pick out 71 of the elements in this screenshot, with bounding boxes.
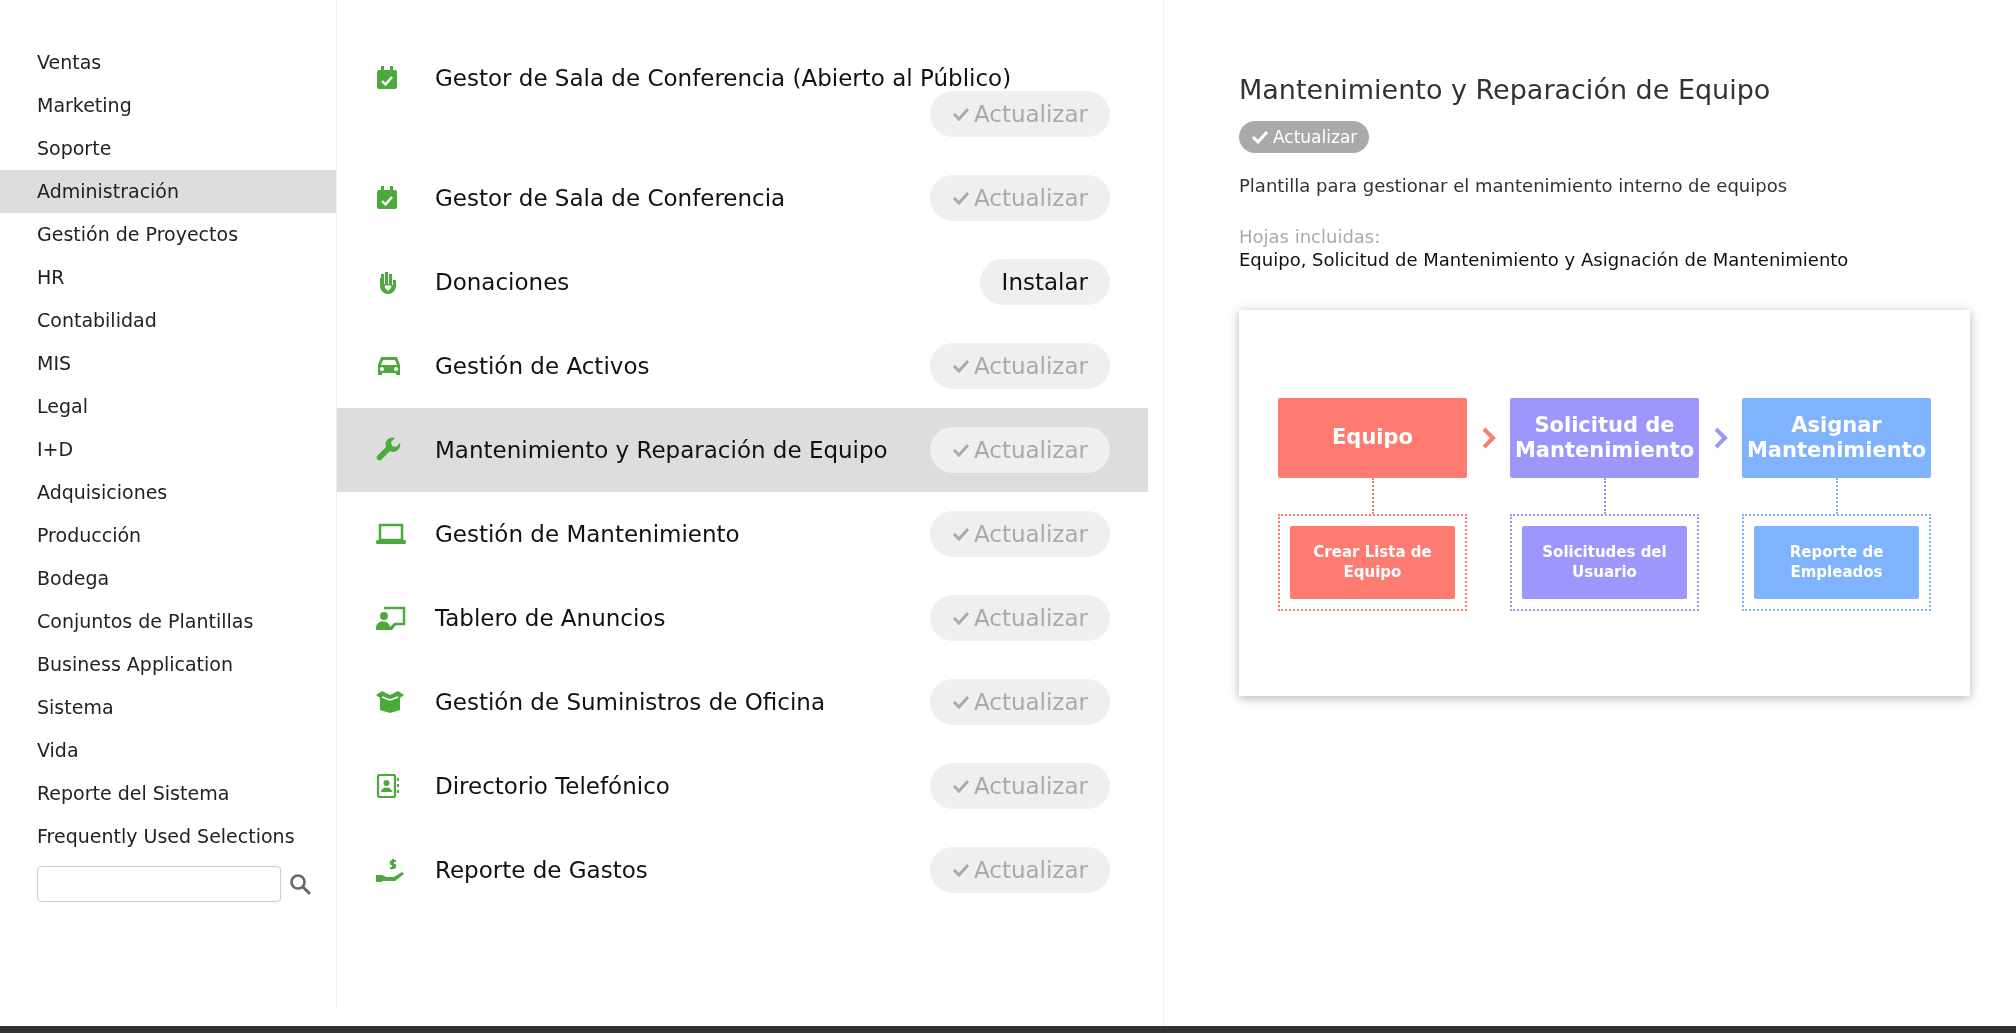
template-title: Reporte de Gastos: [435, 857, 648, 883]
substep-box: Crear Lista de Equipo: [1290, 526, 1455, 599]
template-title: Donaciones: [435, 269, 570, 295]
checkmark-icon: [951, 107, 970, 121]
box-icon: [376, 691, 404, 713]
sidebar-item[interactable]: Conjuntos de Plantillas: [0, 600, 336, 643]
sidebar-item[interactable]: HR: [0, 256, 336, 299]
sidebar-item[interactable]: Vida: [0, 729, 336, 772]
step-box: Equipo: [1278, 398, 1467, 478]
template-row[interactable]: Mantenimiento y Reparación de Equipo Actualizar: [337, 408, 1148, 492]
sidebar-item[interactable]: Adquisiciones: [0, 471, 336, 514]
hand-dollar-icon: [376, 857, 404, 883]
sidebar-item[interactable]: Producción: [0, 514, 336, 557]
sidebar-item[interactable]: Reporte del Sistema: [0, 772, 336, 815]
template-row[interactable]: Tablero de Anuncios Actualizar: [337, 576, 1148, 660]
checkmark-icon: [951, 527, 970, 541]
sidebar-item[interactable]: Contabilidad: [0, 299, 336, 342]
template-row[interactable]: Gestión de Activos Actualizar: [337, 324, 1148, 408]
template-title: Gestión de Mantenimiento: [435, 521, 740, 547]
sidebar-item[interactable]: Legal: [0, 385, 336, 428]
template-title: Gestión de Activos: [435, 353, 650, 379]
wrench-icon: [376, 437, 402, 463]
template-title: Directorio Telefónico: [435, 773, 670, 799]
step-box: Asignar Mantenimiento: [1742, 398, 1931, 478]
template-title: Mantenimiento y Reparación de Equipo: [435, 437, 888, 463]
sidebar-item[interactable]: Business Application: [0, 643, 336, 686]
step-box: Solicitud de Mantenimiento: [1510, 398, 1699, 478]
template-description: Plantilla para gestionar el mantenimiento interno de equipos: [1239, 175, 1789, 196]
presenter-board-icon: [376, 606, 406, 630]
sidebar-item[interactable]: MIS: [0, 342, 336, 385]
template-title: Tablero de Anuncios: [435, 605, 666, 631]
laptop-icon: [376, 523, 406, 545]
checkmark-icon: [951, 611, 970, 625]
template-row[interactable]: Gestión de Mantenimiento Actualizar: [337, 492, 1148, 576]
sheets-label: Hojas incluidas:: [1239, 226, 1382, 247]
checkmark-icon: [1251, 130, 1269, 144]
template-row[interactable]: Gestor de Sala de Conferencia (Abierto al Público) Actualizar: [337, 46, 1148, 156]
template-title: Mantenimiento y Reparación de Equipo: [1239, 74, 1772, 105]
sidebar-item[interactable]: Frequently Used Selections: [0, 815, 336, 858]
checkmark-icon: [951, 191, 970, 205]
checkmark-icon: [951, 695, 970, 709]
search-field[interactable]: [37, 866, 281, 902]
checkmark-icon: [951, 863, 970, 877]
car-icon: [376, 355, 402, 377]
calendar-check-icon: [376, 186, 398, 210]
template-title: Gestión de Suministros de Oficina: [435, 689, 825, 715]
template-row[interactable]: Gestión de Suministros de Oficina Actualizar: [337, 660, 1148, 744]
sidebar-item[interactable]: Soporte: [0, 127, 336, 170]
template-row[interactable]: Directorio Telefónico Actualizar: [337, 744, 1148, 828]
sidebar-item[interactable]: I+D: [0, 428, 336, 471]
template-title: Gestor de Sala de Conferencia (Abierto al Público): [435, 65, 1012, 91]
sheets-list: Equipo, Solicitud de Mantenimiento y Asignación de Mantenimiento: [1239, 249, 1971, 270]
contact-book-icon: [376, 774, 400, 798]
template-row[interactable]: Gestor de Sala de Conferencia Actualizar: [337, 156, 1148, 240]
sidebar-item[interactable]: Administración: [0, 170, 336, 213]
sidebar-item[interactable]: Bodega: [0, 557, 336, 600]
install-button[interactable]: Instalar: [979, 259, 1110, 305]
template-row[interactable]: Donaciones Instalar: [337, 240, 1148, 324]
substep-box: Solicitudes del Usuario: [1522, 526, 1687, 599]
template-title: Gestor de Sala de Conferencia: [435, 185, 786, 211]
sidebar-item[interactable]: Gestión de Proyectos: [0, 213, 336, 256]
calendar-check-icon: [376, 66, 398, 90]
search-icon[interactable]: [289, 873, 311, 895]
sidebar-item[interactable]: Sistema: [0, 686, 336, 729]
substep-box: Reporte de Empleados: [1754, 526, 1919, 599]
sidebar-item[interactable]: Marketing: [0, 84, 336, 127]
template-row[interactable]: Reporte de Gastos Actualizar: [337, 828, 1148, 912]
checkmark-icon: [951, 359, 970, 373]
checkmark-icon: [951, 779, 970, 793]
sidebar-item[interactable]: Ventas: [0, 41, 336, 84]
checkmark-icon: [951, 443, 970, 457]
